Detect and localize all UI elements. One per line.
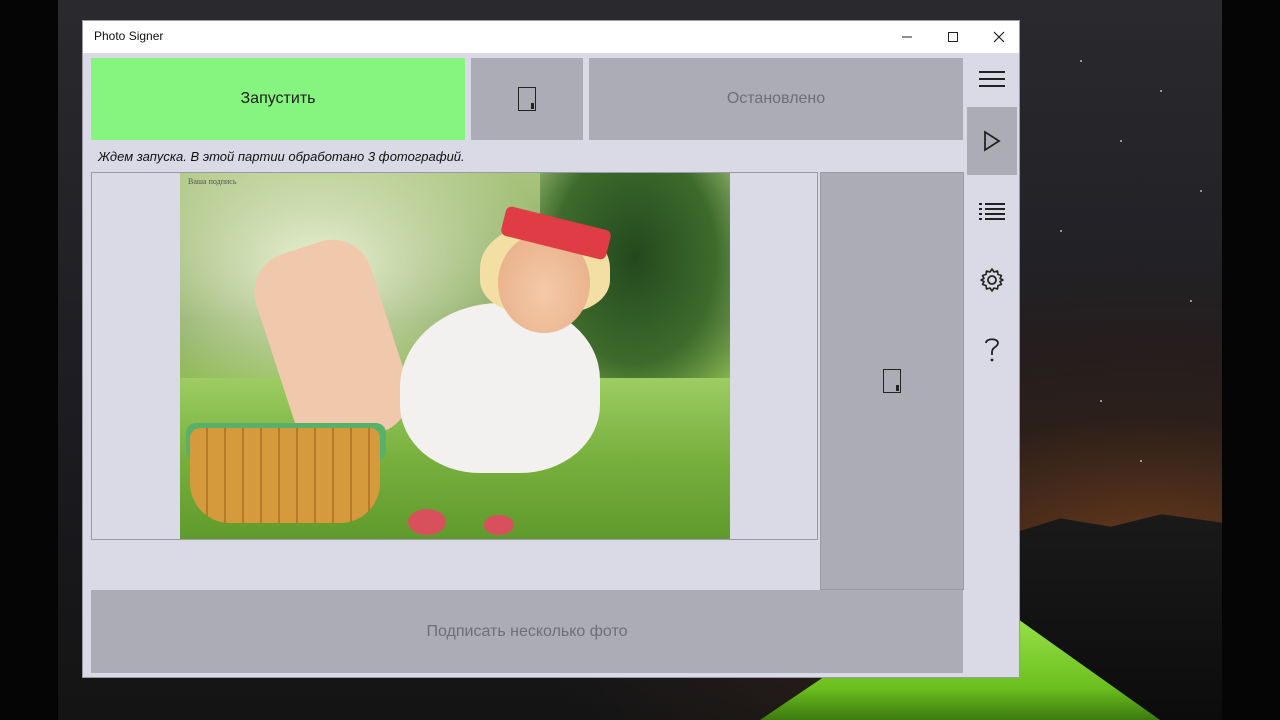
photo-preview-panel: Ваша подпись xyxy=(91,172,818,540)
navigation-rail xyxy=(967,53,1019,677)
app-window: Photo Signer Запустить Остановлено Ждем … xyxy=(82,20,1020,678)
status-indicator: Остановлено xyxy=(589,58,963,140)
hamburger-menu-button[interactable] xyxy=(967,53,1017,105)
letterbox-right xyxy=(1222,0,1280,720)
document-icon xyxy=(883,369,901,393)
nav-item-list[interactable] xyxy=(967,177,1017,245)
list-icon xyxy=(979,203,1005,220)
single-file-button[interactable] xyxy=(471,58,583,140)
photo-figure-body xyxy=(400,303,600,473)
status-message: Ждем запуска. В этой партии обработано 3… xyxy=(98,149,465,164)
secondary-file-button[interactable] xyxy=(820,172,964,590)
start-button[interactable]: Запустить xyxy=(91,58,465,140)
app-content: Запустить Остановлено Ждем запуска. В эт… xyxy=(83,53,1019,677)
close-icon xyxy=(993,31,1005,43)
signature-watermark: Ваша подпись xyxy=(188,177,237,186)
title-bar[interactable]: Photo Signer xyxy=(83,21,1019,53)
photo-apple xyxy=(484,515,514,535)
nav-item-run[interactable] xyxy=(967,107,1017,175)
close-button[interactable] xyxy=(976,21,1022,53)
maximize-button[interactable] xyxy=(930,21,976,53)
letterbox-left xyxy=(0,0,58,720)
nav-item-settings[interactable] xyxy=(967,246,1017,314)
minimize-button[interactable] xyxy=(884,21,930,53)
maximize-icon xyxy=(948,32,958,42)
hamburger-menu-icon xyxy=(979,71,1005,87)
sign-multiple-photos-button[interactable]: Подписать несколько фото xyxy=(91,590,963,673)
photo-basket xyxy=(190,428,380,523)
play-icon xyxy=(984,130,1001,152)
document-icon xyxy=(518,87,536,111)
gear-icon xyxy=(980,268,1004,292)
preview-photo: Ваша подпись xyxy=(180,173,730,539)
nav-item-help[interactable] xyxy=(967,315,1017,383)
question-icon xyxy=(985,338,999,362)
window-title: Photo Signer xyxy=(94,29,164,43)
photo-apple xyxy=(408,509,446,535)
minimize-icon xyxy=(902,36,912,38)
